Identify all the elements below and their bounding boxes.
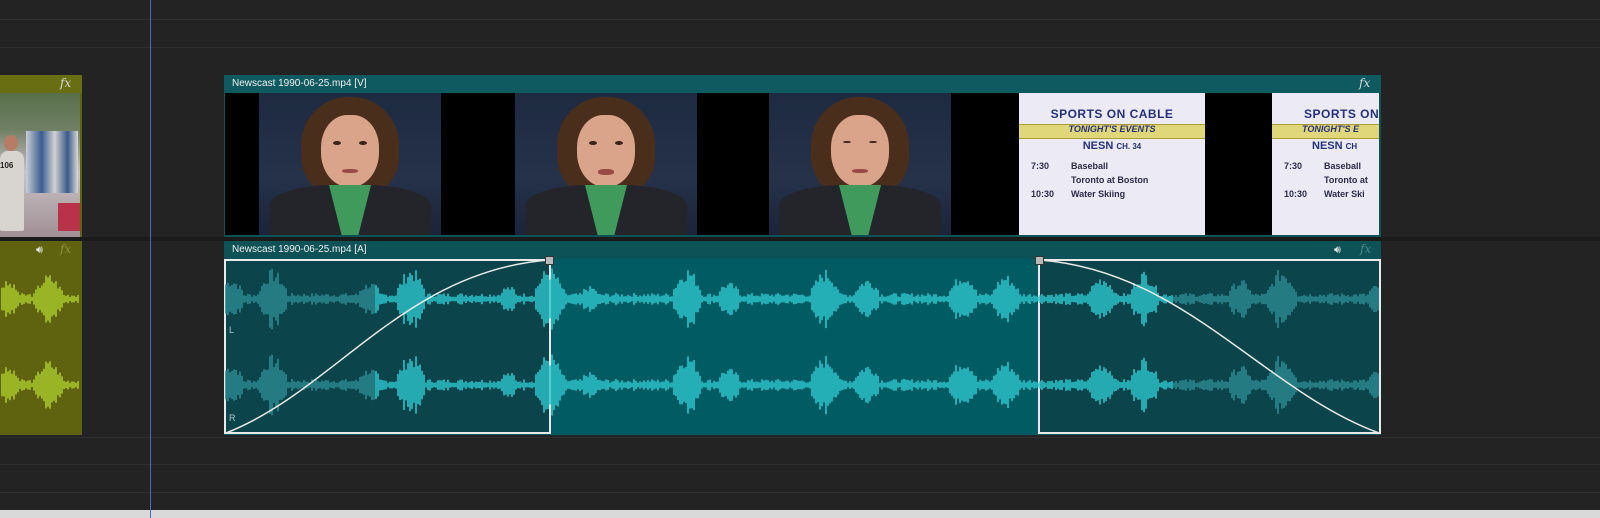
schedule-time: 10:30 (1031, 189, 1055, 199)
anchor-mouth (852, 169, 868, 173)
horizontal-scrollbar[interactable] (0, 510, 1600, 518)
anchor-eye (869, 141, 877, 143)
bib-number: 106 (0, 161, 14, 170)
title-card-subtitle: TONIGHT'S EVENTS (1068, 124, 1156, 134)
channel-label-left: L (229, 325, 235, 335)
video-clip-header: Newscast 1990-06-25.mp4 [V] fx (224, 75, 1381, 93)
title-card-heading: SPORTS ON (1304, 107, 1379, 121)
anchor-eye (359, 141, 367, 145)
schedule-event: Water Ski (1324, 189, 1365, 199)
network-name: NESN (1312, 140, 1343, 152)
runner-head (4, 135, 18, 151)
previous-audio-clip[interactable]: 🔊︎ fx (0, 241, 82, 435)
schedule-time: 7:30 (1031, 161, 1050, 171)
title-card-heading: SPORTS ON CABLE (1050, 107, 1174, 121)
video-track-2-lane (0, 20, 1600, 47)
keyframe-handle-icon[interactable] (1035, 256, 1044, 265)
audio-clip[interactable]: Newscast 1990-06-25.mp4 [A] 🔊︎ fx L R (224, 241, 1381, 435)
previous-clip-header: fx (0, 75, 82, 93)
fx-icon[interactable]: fx (60, 76, 71, 90)
audio-track-3-lane (0, 465, 1600, 492)
keyframe-handle-icon[interactable] (545, 256, 554, 265)
red-flag (58, 203, 80, 231)
schedule-event: Toronto at Boston (1071, 175, 1149, 185)
network-name: NESN (1082, 140, 1114, 152)
previous-video-clip[interactable]: fx 106 (0, 75, 82, 237)
video-clip-name: Newscast 1990-06-25.mp4 [V] (232, 78, 367, 89)
channel-number: CH. 34 (1116, 142, 1142, 151)
title-card-subtitle: TONIGHT'S E (1302, 124, 1359, 134)
title-card-network: NESN CH. 34 (1019, 140, 1205, 152)
schedule-time: 10:30 (1284, 189, 1308, 199)
anchor-face (577, 115, 635, 187)
thumbnail-title-card: SPORTS ON CABLE TONIGHT'S EVENTS NESN CH… (1019, 93, 1205, 235)
anchor-eye (615, 141, 623, 145)
channel-number: CH (1345, 142, 1358, 151)
video-thumbnails: SPORTS ON CABLE TONIGHT'S EVENTS NESN CH… (225, 93, 1379, 235)
thumbnail-anchor-2 (481, 93, 735, 235)
audio-track-2-lane (0, 438, 1600, 464)
anchor-eye (333, 141, 341, 145)
previous-clip-thumbnail: 106 (0, 93, 80, 237)
schedule-event: Toronto at (1324, 175, 1368, 185)
anchor-mouth (598, 169, 614, 175)
track-divider (0, 492, 1600, 493)
anchor-eye (589, 141, 597, 145)
anchor-eye (843, 141, 851, 143)
anchor-mouth (342, 169, 358, 173)
video-clip[interactable]: Newscast 1990-06-25.mp4 [V] fx SPORTS ON… (224, 75, 1381, 237)
thumbnail-title-card-cropped: SPORTS ON TONIGHT'S E NESN CH 7:30 Baseb… (1272, 93, 1379, 235)
title-card-network: NESN CH (1312, 140, 1379, 152)
playhead[interactable] (150, 0, 151, 518)
schedule-event: Baseball (1324, 161, 1362, 171)
thumbnail-anchor-1 (225, 93, 481, 235)
schedule-event: Water Skiing (1071, 189, 1126, 199)
schedule-event: Baseball (1071, 161, 1109, 171)
thumbnail-anchor-3 (735, 93, 989, 235)
previous-audio-waveform (1, 275, 79, 409)
anchor-face (321, 115, 379, 187)
audio-waveform (225, 259, 1380, 434)
schedule-time: 7:30 (1284, 161, 1303, 171)
fx-icon[interactable]: fx (1359, 76, 1370, 90)
video-track-3-lane (0, 0, 1600, 19)
anchor-face (831, 115, 889, 187)
crowd (26, 131, 78, 193)
channel-label-right: R (229, 413, 236, 423)
